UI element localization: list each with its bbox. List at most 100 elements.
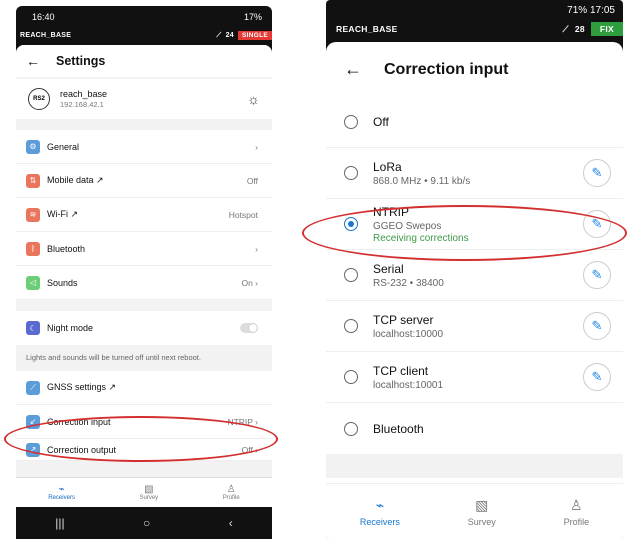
- tab-receivers[interactable]: ⌁ Receivers: [360, 497, 400, 527]
- option-detail: 868.0 MHz • 9.11 kb/s: [373, 175, 471, 187]
- solution-badge: FIX: [590, 22, 623, 36]
- page-title: Correction input: [384, 60, 509, 78]
- moon-icon: ☾: [26, 321, 40, 335]
- row-label: General: [47, 141, 80, 152]
- reach-label: REACH_BASE: [336, 24, 398, 34]
- wifi-icon: ≋: [26, 207, 40, 222]
- tab-label: Survey: [139, 495, 159, 501]
- receiver-icon: ⌁: [375, 496, 385, 513]
- option-tcp-server[interactable]: TCP server localhost:10000 ✎: [326, 301, 623, 352]
- map-icon: ▧: [475, 496, 489, 513]
- page-title: Settings: [56, 54, 106, 68]
- solution-badge: SINGLE: [238, 31, 272, 40]
- reach-bar: REACH_BASE ⟋ 24 SINGLE: [16, 28, 272, 43]
- tab-label: Survey: [467, 516, 496, 527]
- option-detail: localhost:10001: [373, 379, 444, 391]
- back-arrow-icon[interactable]: ←: [26, 53, 40, 69]
- row-label: Night mode: [47, 323, 94, 333]
- option-detail: RS-232 • 38400: [373, 277, 444, 289]
- settings-row-sounds[interactable]: ◁ Sounds On ›: [16, 266, 272, 300]
- option-off[interactable]: Off: [326, 97, 623, 148]
- device-name: reach_base: [60, 89, 108, 99]
- radio-button[interactable]: [344, 421, 358, 436]
- device-ip: 192.168.42.1: [60, 100, 104, 109]
- status-time: 16:40: [32, 12, 55, 22]
- mobile-data-icon: ⇅: [26, 173, 40, 188]
- settings-row-wifi[interactable]: ≋ Wi-Fi ↗ Hotspot: [16, 198, 272, 232]
- tab-label: Receivers: [359, 516, 400, 527]
- settings-row-night-mode[interactable]: ☾ Night mode: [16, 311, 272, 345]
- device-row[interactable]: RS2 reach_base 192.168.42.1 ☼: [16, 79, 272, 119]
- option-name: Bluetooth: [373, 421, 424, 436]
- satellite-icon: ⟋: [26, 380, 40, 395]
- header: ← Correction input: [326, 42, 623, 97]
- tab-label: Profile: [563, 516, 590, 527]
- tab-label: Receivers: [48, 495, 75, 501]
- map-icon: ▧: [144, 484, 154, 495]
- tab-survey[interactable]: ▧ Survey: [139, 484, 158, 501]
- brightness-icon[interactable]: ☼: [247, 91, 260, 107]
- option-bluetooth[interactable]: Bluetooth: [326, 403, 623, 454]
- header: ← Settings: [16, 45, 272, 77]
- person-icon: ♙: [226, 484, 236, 495]
- receiver-icon: ⌁: [58, 484, 65, 495]
- bottom-tab-bar: ⌁ Receivers ▧ Survey ♙ Profile: [16, 477, 272, 507]
- settings-row-bluetooth[interactable]: ᛒ Bluetooth ›: [16, 232, 272, 266]
- night-mode-note: Lights and sounds will be turned off unt…: [16, 345, 272, 371]
- annotation-ellipse-correction-input: [4, 416, 278, 462]
- person-icon: ♙: [570, 496, 583, 513]
- gear-icon: ⚙: [26, 139, 40, 154]
- option-name: TCP client: [373, 363, 429, 378]
- option-name: Off: [373, 115, 389, 129]
- row-label: Mobile data ↗: [47, 175, 104, 185]
- speaker-icon: ◁: [26, 275, 40, 290]
- row-value: ›: [255, 141, 258, 152]
- settings-row-gnss[interactable]: ⟋ GNSS settings ↗: [16, 371, 272, 405]
- option-tcp-client[interactable]: TCP client localhost:10001 ✎: [326, 352, 623, 403]
- radio-button[interactable]: [344, 370, 358, 384]
- settings-row-mobile-data[interactable]: ⇅ Mobile data ↗ Off: [16, 164, 272, 198]
- status-battery: 17%: [243, 12, 262, 22]
- night-mode-toggle[interactable]: [240, 323, 258, 333]
- pencil-icon[interactable]: ✎: [583, 312, 611, 340]
- option-detail: localhost:10000: [373, 328, 444, 340]
- tab-label: Profile: [222, 495, 240, 501]
- home-icon[interactable]: ○: [143, 516, 150, 530]
- radio-button[interactable]: [344, 166, 358, 180]
- device-badge: RS2: [28, 88, 50, 110]
- back-icon[interactable]: ‹: [229, 516, 233, 530]
- tab-survey[interactable]: ▧ Survey: [468, 497, 496, 527]
- row-value: Off: [246, 175, 258, 186]
- row-label: GNSS settings ↗: [47, 382, 117, 392]
- reach-label: REACH_BASE: [20, 32, 72, 39]
- row-label: Wi-Fi ↗: [47, 209, 79, 219]
- status-bar: 16:40 17%: [16, 6, 272, 28]
- reach-bar: REACH_BASE ⟋ 28 FIX: [326, 20, 623, 38]
- pencil-icon[interactable]: ✎: [583, 363, 611, 391]
- status-bar: 71% 17:05: [326, 0, 623, 20]
- back-arrow-icon[interactable]: ←: [344, 59, 362, 80]
- tab-receivers[interactable]: ⌁ Receivers: [48, 484, 75, 501]
- tab-profile[interactable]: ♙ Profile: [564, 497, 590, 527]
- annotation-ellipse-ntrip: [302, 205, 627, 261]
- recents-icon[interactable]: |||: [55, 516, 64, 530]
- satellite-count: 28: [574, 24, 585, 34]
- correction-input-screen: ← Correction input Off LoRa 868.0 MHz • …: [326, 42, 623, 539]
- row-value: On ›: [241, 277, 258, 288]
- settings-row-general[interactable]: ⚙ General ›: [16, 130, 272, 164]
- right-phone: 71% 17:05 REACH_BASE ⟋ 28 FIX ← Correcti…: [326, 0, 623, 539]
- satellite-icon: ⟋: [216, 31, 222, 39]
- tab-profile[interactable]: ♙ Profile: [223, 484, 240, 501]
- option-lora[interactable]: LoRa 868.0 MHz • 9.11 kb/s ✎: [326, 148, 623, 199]
- pencil-icon[interactable]: ✎: [583, 261, 611, 289]
- row-label: Sounds: [47, 277, 78, 288]
- satellite-icon: ⟋: [562, 23, 569, 34]
- option-name: TCP server: [373, 312, 434, 327]
- radio-button[interactable]: [344, 115, 358, 129]
- satellite-count: 24: [225, 32, 234, 39]
- row-value: Hotspot: [228, 209, 258, 220]
- radio-button[interactable]: [344, 268, 358, 282]
- row-value: ›: [255, 243, 258, 254]
- pencil-icon[interactable]: ✎: [583, 159, 611, 187]
- radio-button[interactable]: [344, 319, 358, 333]
